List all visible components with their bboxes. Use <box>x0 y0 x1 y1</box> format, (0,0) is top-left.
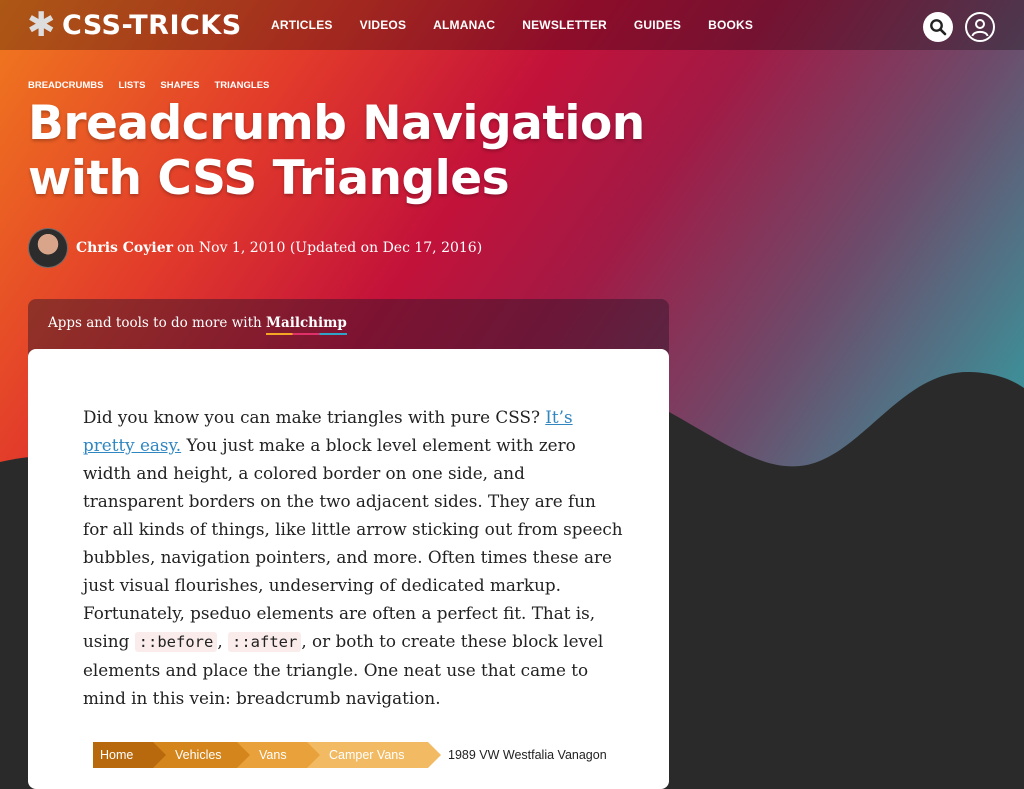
sponsor-link[interactable]: Mailchimp <box>266 315 347 335</box>
paragraph-text-1: Did you know you can make triangles with… <box>83 407 546 427</box>
code-before: ::before <box>134 632 218 652</box>
search-icon <box>930 19 947 36</box>
asterisk-icon: ✱ <box>27 5 56 45</box>
logo-text: CSS-TRICKS <box>62 9 242 41</box>
nav-almanac[interactable]: ALMANAC <box>433 18 495 32</box>
title-line-2: with CSS Triangles <box>28 151 510 206</box>
sponsor-underline <box>266 333 347 335</box>
byline: Chris Coyier on Nov 1, 2010 (Updated on … <box>28 228 482 268</box>
site-header: ✱ CSS-TRICKS ARTICLES VIDEOS ALMANAC NEW… <box>0 0 1024 50</box>
publish-date: on Nov 1, 2010 (Updated on Dec 17, 2016) <box>177 240 483 256</box>
nav-guides[interactable]: GUIDES <box>634 18 681 32</box>
tag-shapes[interactable]: SHAPES <box>160 80 199 91</box>
user-icon <box>971 19 989 37</box>
page-title: Breadcrumb Navigation with CSS Triangles <box>28 96 668 206</box>
nav-newsletter[interactable]: NEWSLETTER <box>522 18 607 32</box>
site-logo[interactable]: ✱ CSS-TRICKS <box>27 8 242 42</box>
tag-lists[interactable]: LISTS <box>118 80 145 91</box>
author-link[interactable]: Chris Coyier <box>76 240 173 256</box>
title-line-1: Breadcrumb Navigation <box>28 96 645 151</box>
sponsor-link-label: Mailchimp <box>266 315 347 331</box>
tag-triangles[interactable]: TRIANGLES <box>214 80 269 91</box>
breadcrumb-current: 1989 VW Westfalia Vanagon <box>448 748 607 762</box>
avatar[interactable] <box>28 228 68 268</box>
breadcrumb-camper-vans[interactable]: Camper Vans <box>307 742 441 768</box>
tag-breadcrumbs[interactable]: BREADCRUMBS <box>28 80 103 91</box>
nav-books[interactable]: BOOKS <box>708 18 753 32</box>
sponsor-lead: Apps and tools to do more with <box>48 315 266 331</box>
code-after: ::after <box>228 632 302 652</box>
main-nav: ARTICLES VIDEOS ALMANAC NEWSLETTER GUIDE… <box>271 0 780 50</box>
nav-articles[interactable]: ARTICLES <box>271 18 333 32</box>
account-button[interactable] <box>965 12 995 42</box>
code-separator: , <box>217 631 228 651</box>
article-card: Did you know you can make triangles with… <box>28 349 669 789</box>
demo-breadcrumb: Home Vehicles Vans Camper Vans 1989 VW W… <box>93 742 607 768</box>
breadcrumb-home[interactable]: Home <box>93 742 166 768</box>
search-button[interactable] <box>923 12 953 42</box>
nav-videos[interactable]: VIDEOS <box>360 18 407 32</box>
article-paragraph: Did you know you can make triangles with… <box>83 403 623 712</box>
article-tags: BREADCRUMBS LISTS SHAPES TRIANGLES <box>28 80 284 91</box>
paragraph-text-2: You just make a block level element with… <box>83 435 623 651</box>
sponsor-text: Apps and tools to do more with Mailchimp <box>48 315 347 335</box>
